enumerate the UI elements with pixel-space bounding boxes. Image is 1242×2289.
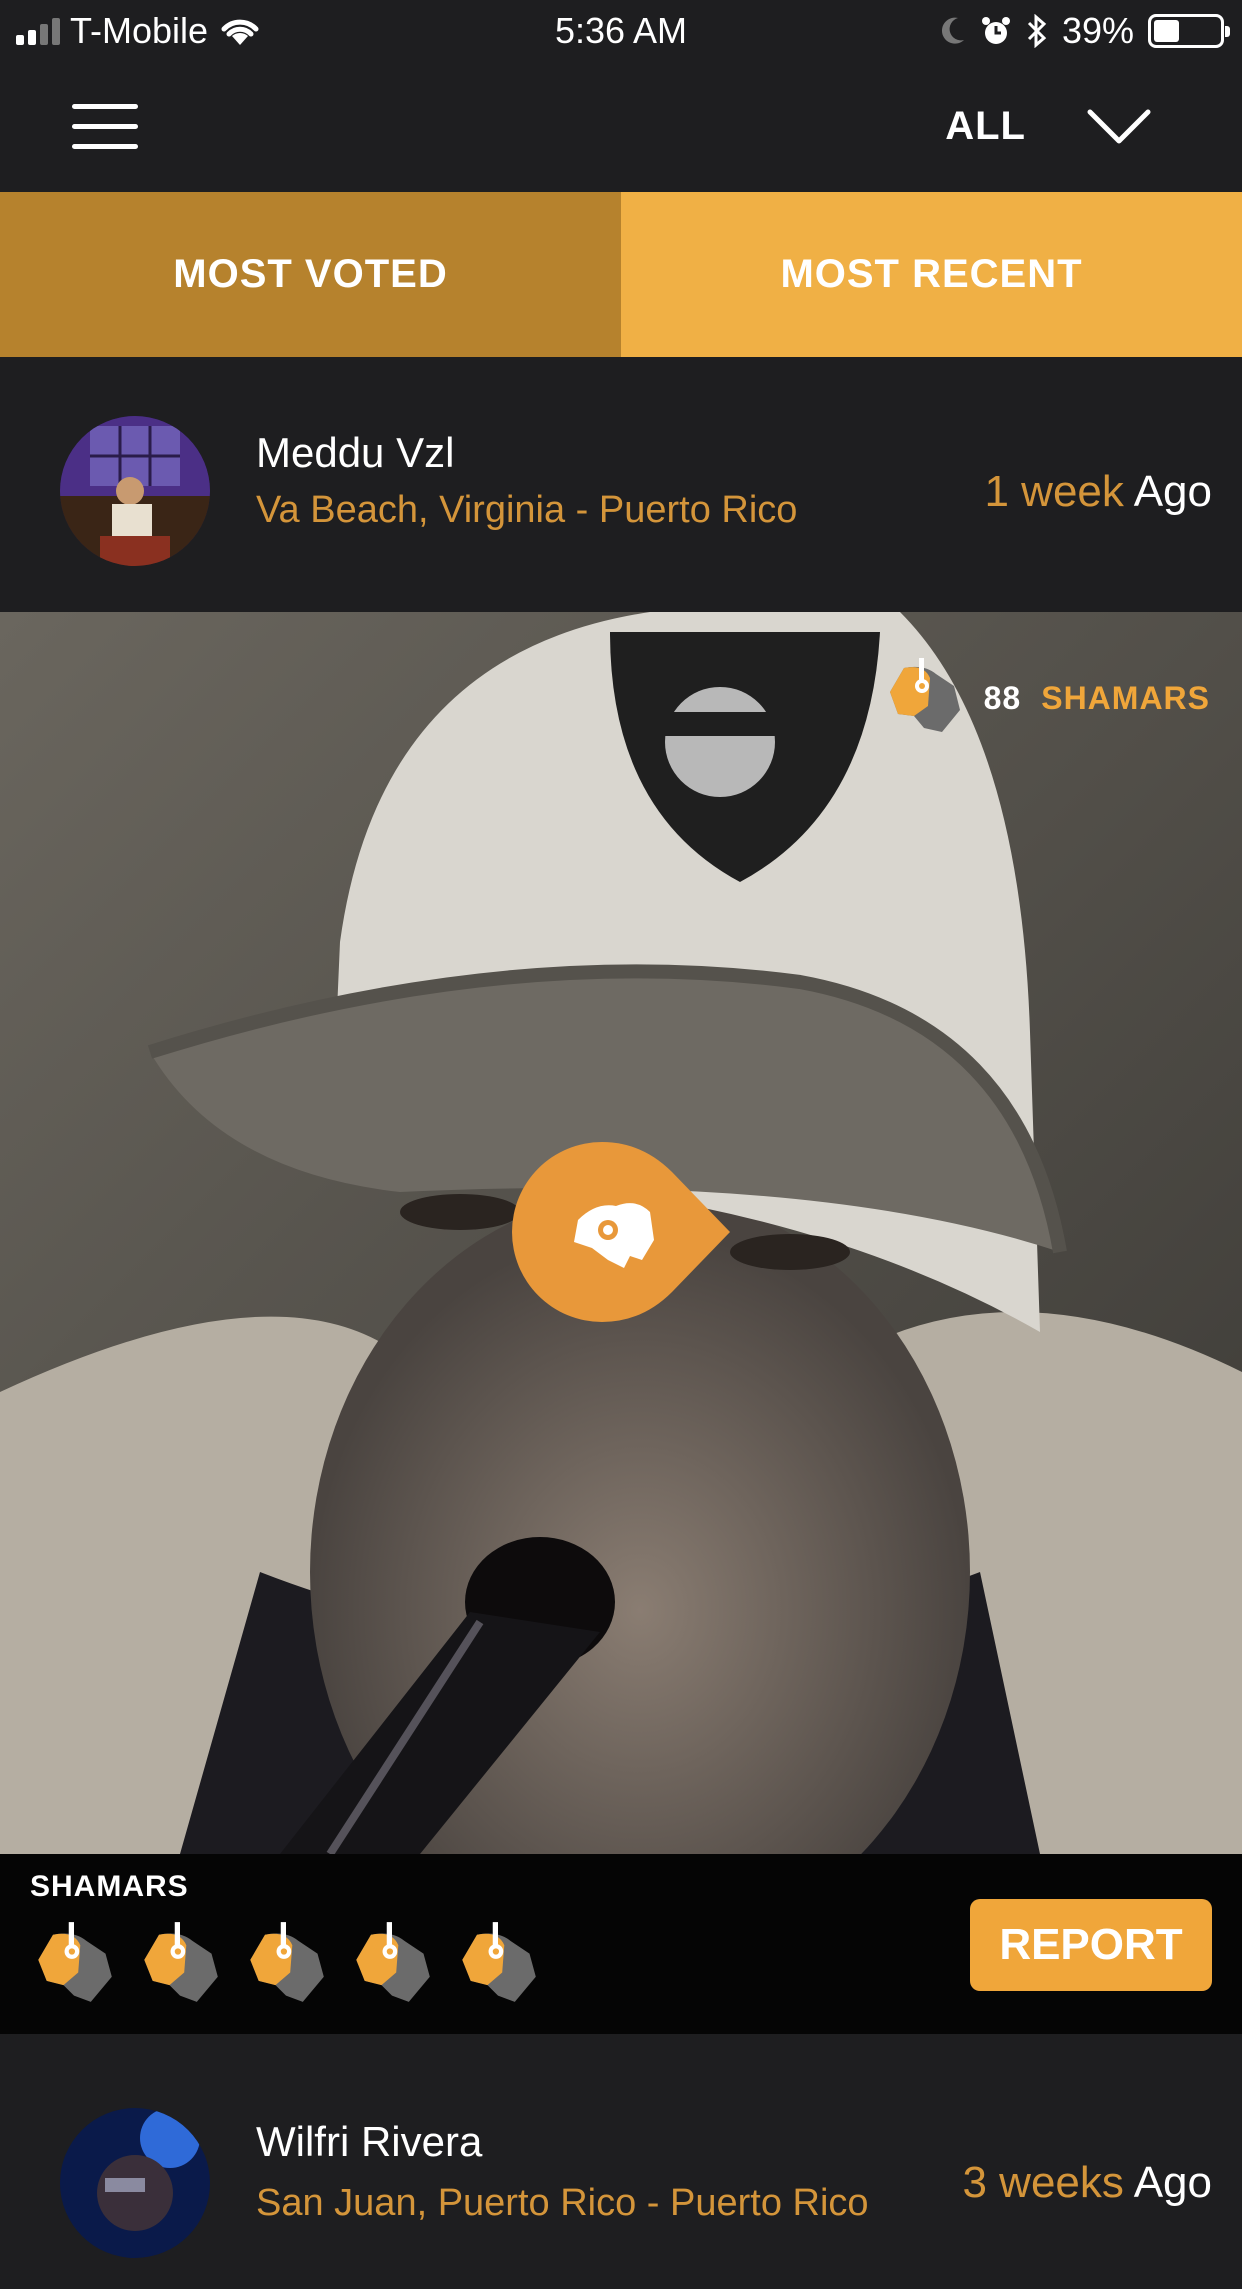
status-right: 39% xyxy=(940,10,1230,52)
shamar-icon xyxy=(889,658,960,732)
post-time: 1 week Ago xyxy=(984,467,1212,517)
alarm-icon xyxy=(981,17,1010,44)
battery-icon xyxy=(1148,14,1230,48)
post-location: San Juan, Puerto Rico - Puerto Rico xyxy=(256,2182,869,2224)
post-video[interactable]: 88 SHAMARS xyxy=(0,612,1242,1854)
tab-most-voted[interactable]: MOST VOTED xyxy=(0,192,621,357)
shamar-icon[interactable] xyxy=(244,1920,328,2004)
battery-percent: 39% xyxy=(1061,10,1134,51)
filter-label: ALL xyxy=(945,104,1026,148)
tab-most-recent[interactable]: MOST RECENT xyxy=(621,192,1242,357)
sort-tabs: MOST VOTED MOST RECENT xyxy=(0,192,1242,357)
post-time-amount: 1 week xyxy=(984,467,1124,516)
post-header[interactable]: Wilfri Rivera San Juan, Puerto Rico - Pu… xyxy=(0,2034,1242,2289)
shamars-bar: SHAMARS REPORT xyxy=(0,1854,1242,2034)
avatar[interactable] xyxy=(60,416,210,566)
shamar-count: 88 SHAMARS xyxy=(884,658,1210,738)
shamar-icon[interactable] xyxy=(32,1920,116,2004)
avatar[interactable] xyxy=(60,2108,210,2258)
chevron-down-icon xyxy=(1087,109,1151,143)
post-author-name[interactable]: Meddu Vzl xyxy=(256,429,454,477)
post-location: Va Beach, Virginia - Puerto Rico xyxy=(256,489,798,531)
shamar-icon[interactable] xyxy=(138,1920,222,2004)
post-time-suffix: Ago xyxy=(1133,2158,1212,2207)
post-time-amount: 3 weeks xyxy=(962,2158,1124,2207)
play-shamar-icon xyxy=(512,1142,730,1322)
shamar-icon[interactable] xyxy=(350,1920,434,2004)
shamar-list xyxy=(32,1920,540,2004)
post-header[interactable]: Meddu Vzl Va Beach, Virginia - Puerto Ri… xyxy=(0,357,1242,612)
shamar-count-label: SHAMARS xyxy=(1041,679,1210,716)
post-author-name[interactable]: Wilfri Rivera xyxy=(256,2118,482,2166)
shamar-icon[interactable] xyxy=(456,1920,540,2004)
shamar-count-number: 88 xyxy=(983,679,1022,716)
app-header: ALL xyxy=(0,62,1242,192)
bluetooth-icon xyxy=(1027,14,1047,48)
report-button[interactable]: REPORT xyxy=(970,1899,1212,1991)
post-time-suffix: Ago xyxy=(1133,467,1212,516)
filter-dropdown[interactable]: ALL xyxy=(945,104,1152,149)
shamars-title: SHAMARS xyxy=(30,1870,189,1903)
menu-icon[interactable] xyxy=(72,104,138,150)
status-bar: T-Mobile 5:36 AM 39% xyxy=(0,0,1242,62)
play-button[interactable] xyxy=(512,1142,732,1322)
moon-icon xyxy=(941,17,964,44)
post-time: 3 weeks Ago xyxy=(962,2158,1212,2208)
